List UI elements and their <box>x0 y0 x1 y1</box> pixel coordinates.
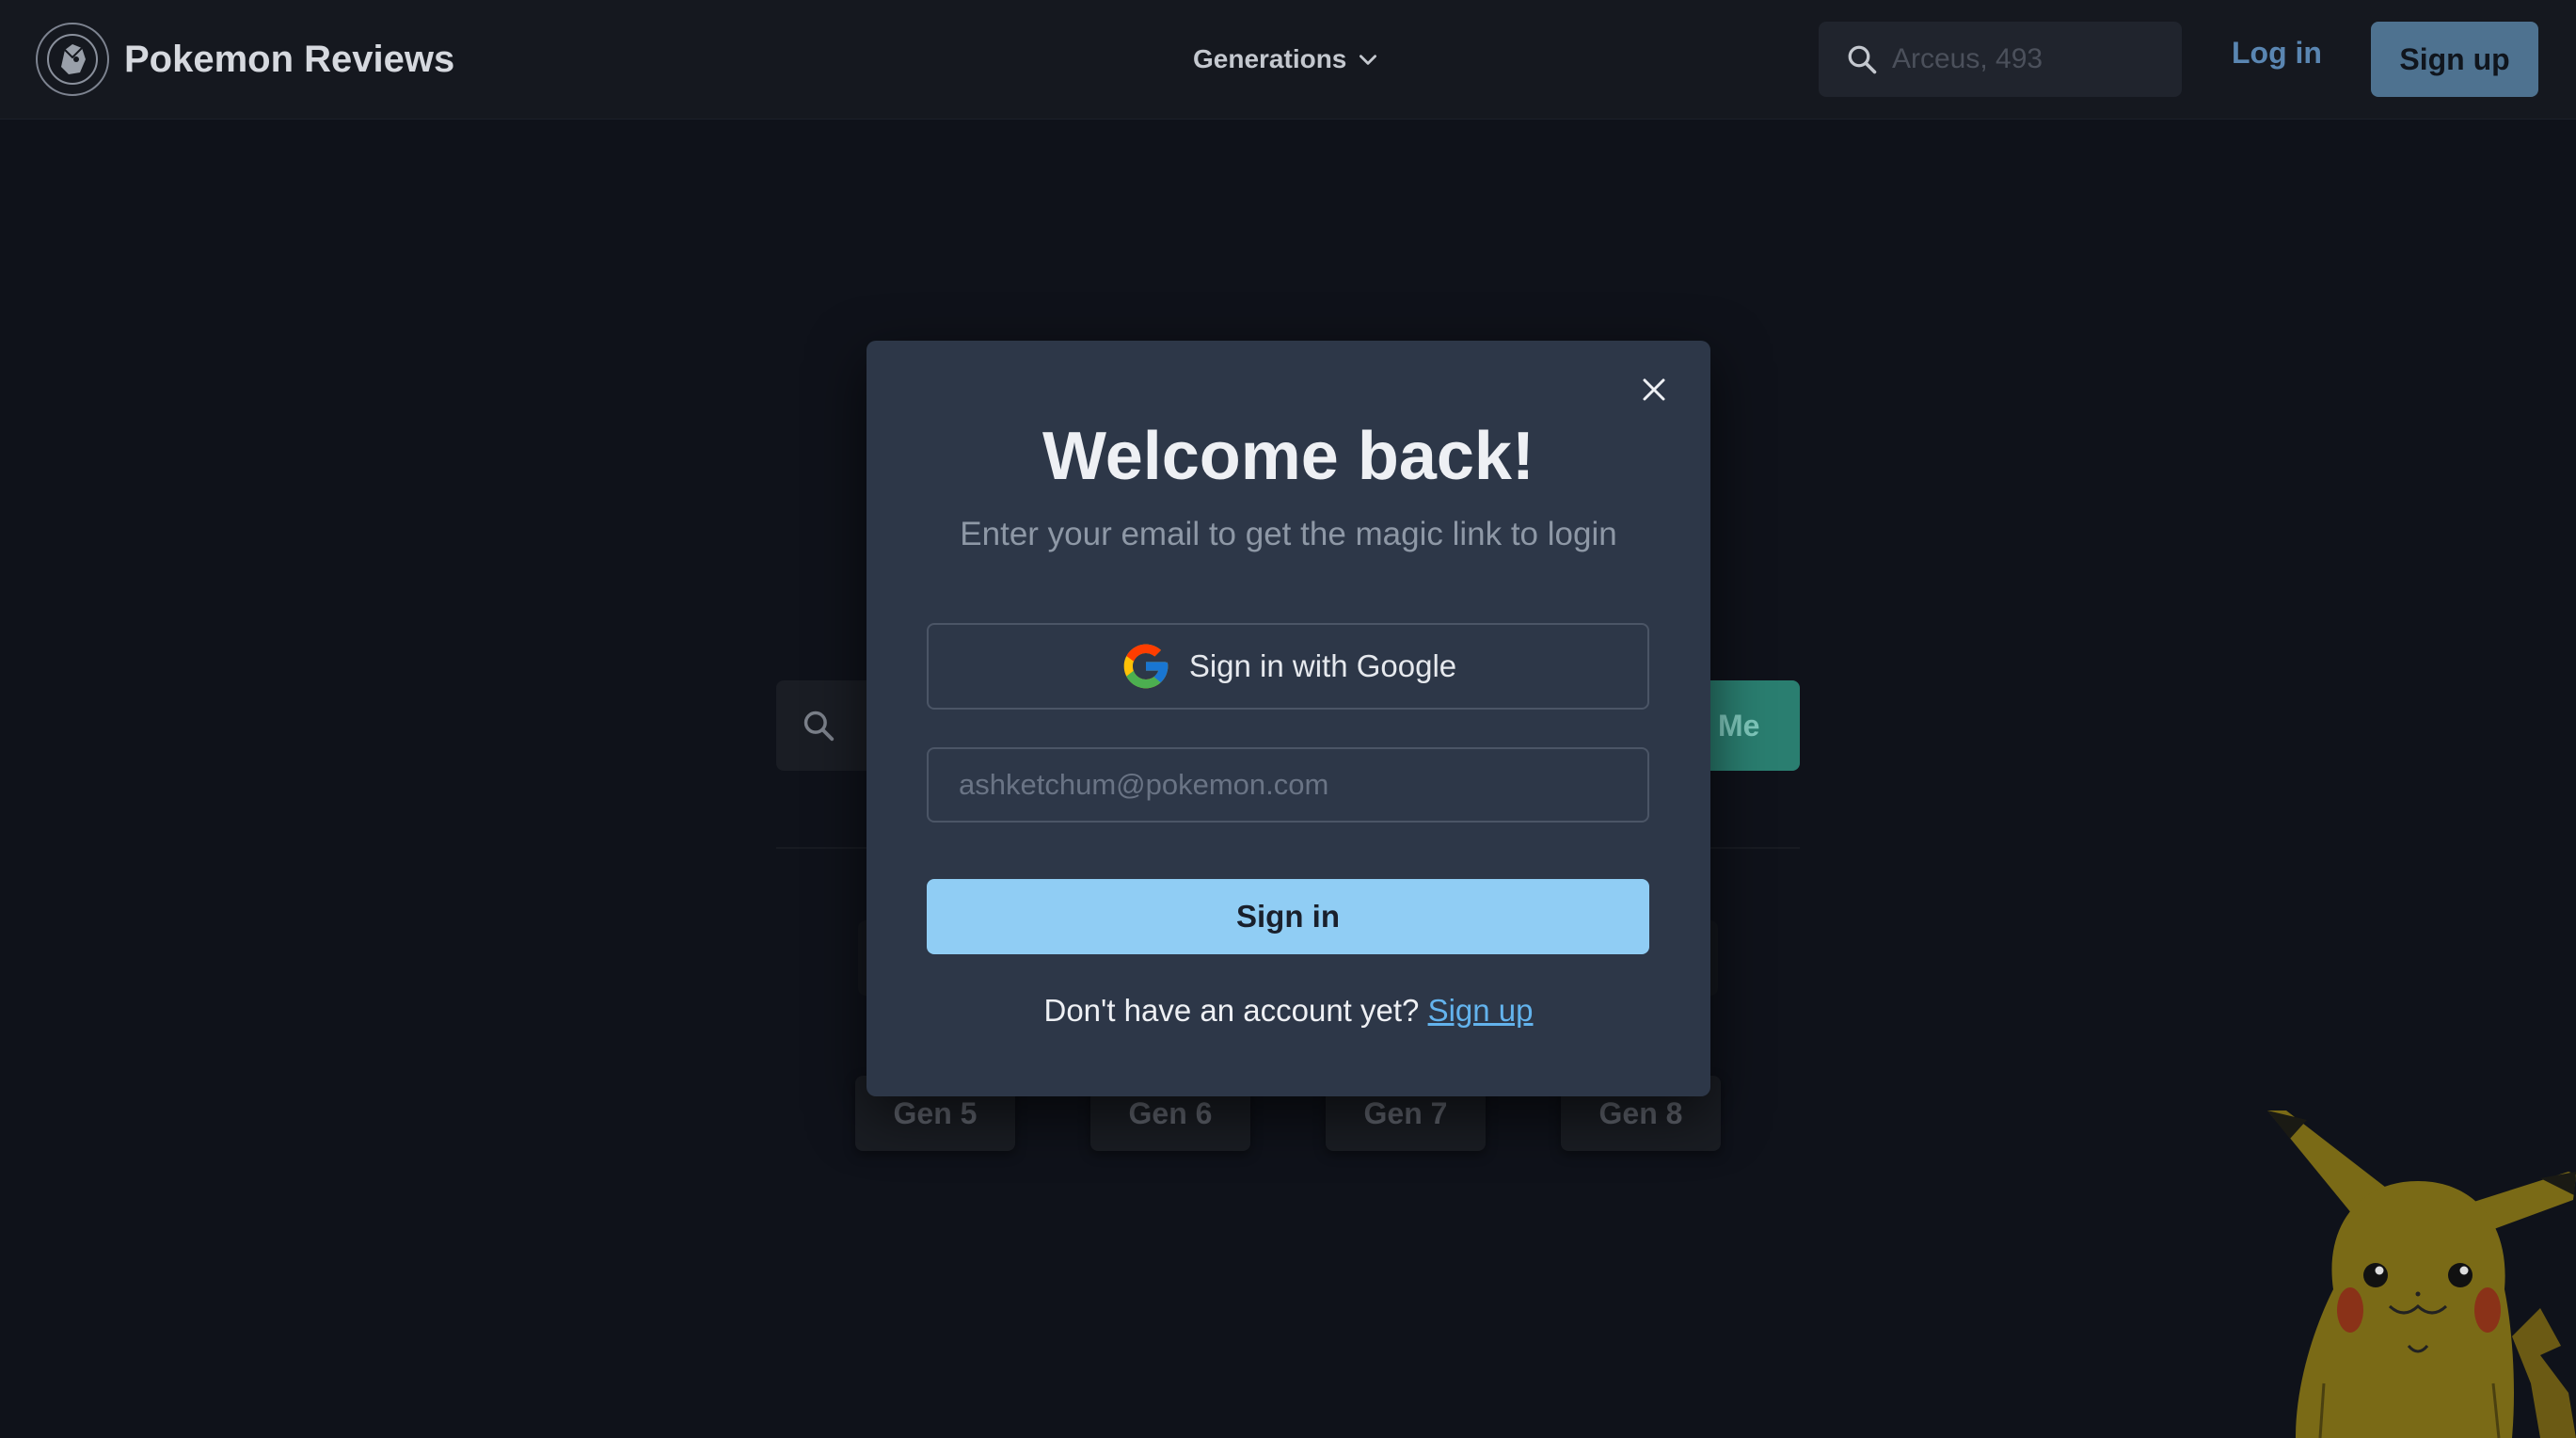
navbar: Pokemon Reviews Generations Log in Sign … <box>0 0 2576 120</box>
signin-button[interactable]: Sign in <box>927 879 1649 954</box>
signup-button[interactable]: Sign up <box>2371 22 2538 97</box>
modal-title: Welcome back! <box>1042 419 1534 494</box>
generations-label: Generations <box>1193 44 1347 73</box>
google-icon <box>1123 644 1169 689</box>
generations-dropdown[interactable]: Generations <box>1193 38 1380 81</box>
brand-link[interactable]: Pokemon Reviews <box>36 20 454 99</box>
google-signin-label: Sign in with Google <box>1188 648 1457 683</box>
google-signin-button[interactable]: Sign in with Google <box>927 623 1649 710</box>
close-button[interactable] <box>1633 369 1675 410</box>
pokemon-logo-icon <box>36 23 109 96</box>
nav-search-input[interactable] <box>1890 42 2139 76</box>
pikachu-illustration <box>2267 1110 2576 1438</box>
chevron-down-icon <box>1360 55 1377 65</box>
modal-subtitle: Enter your email to get the magic link t… <box>960 516 1617 552</box>
nav-search-box[interactable] <box>1819 22 2182 97</box>
email-field[interactable] <box>927 747 1649 823</box>
brand-name: Pokemon Reviews <box>124 38 455 80</box>
login-link[interactable]: Log in <box>2232 36 2322 71</box>
search-icon <box>803 711 835 742</box>
signup-link[interactable]: Sign up <box>1428 993 1534 1028</box>
search-icon <box>1848 45 1877 74</box>
login-modal: Welcome back! Enter your email to get th… <box>867 341 1710 1096</box>
close-icon <box>1643 378 1665 401</box>
signup-prompt: Don't have an account yet? Sign up <box>867 993 1710 1029</box>
signup-prompt-text: Don't have an account yet? <box>1043 993 1420 1028</box>
